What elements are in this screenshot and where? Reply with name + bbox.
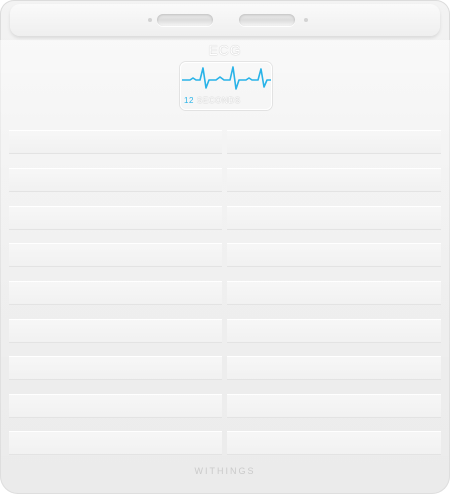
top-control-bar: [10, 4, 440, 36]
smart-scale: ECG 12 SECONDS WITHINGS: [0, 0, 450, 494]
electrode-right-7: [227, 356, 441, 380]
electrode-right-6: [227, 319, 441, 343]
electrode-left-8: [9, 394, 222, 418]
ecg-duration-value: 12: [184, 96, 195, 105]
ecg-duration-unit: SECONDS: [196, 96, 241, 105]
electrode-right-3: [227, 206, 441, 230]
right-button[interactable]: [239, 14, 295, 26]
electrode-left-6: [9, 319, 222, 343]
electrode-right-8: [227, 394, 441, 418]
electrode-grid: [9, 130, 441, 460]
electrode-left-3: [9, 206, 222, 230]
electrode-right-2: [227, 168, 441, 192]
electrode-left-7: [9, 356, 222, 380]
indicator-dot-right: [304, 18, 308, 22]
electrode-left-2: [9, 168, 222, 192]
electrode-right-4: [227, 243, 441, 267]
electrode-left-4: [9, 243, 222, 267]
screen-title: ECG: [208, 42, 242, 58]
indicator-dot-left: [148, 18, 152, 22]
electrode-right-9: [227, 431, 441, 455]
ecg-duration-caption: 12 SECONDS: [184, 96, 241, 105]
electrode-left-9: [9, 431, 222, 455]
electrode-left-1: [9, 130, 222, 154]
left-button[interactable]: [157, 14, 213, 26]
electrode-right-1: [227, 130, 441, 154]
electrode-left-5: [9, 281, 222, 305]
brand-logo: WITHINGS: [194, 466, 256, 476]
ecg-waveform-icon: [182, 66, 271, 90]
electrode-right-5: [227, 281, 441, 305]
